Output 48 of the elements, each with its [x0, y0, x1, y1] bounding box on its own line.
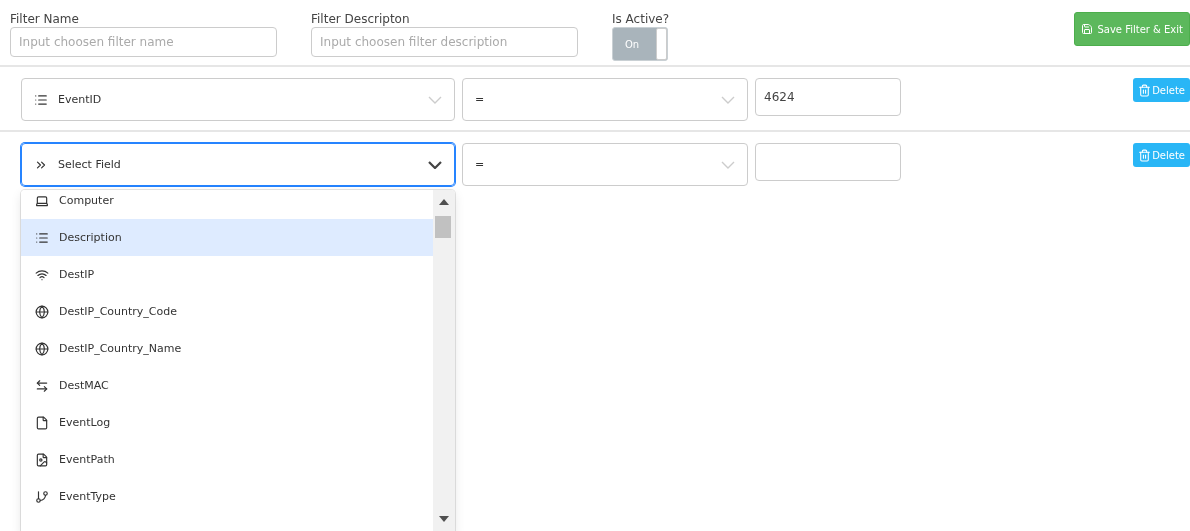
option-label: DestIP_Country_Name — [59, 342, 182, 355]
laptop-icon — [35, 193, 49, 208]
image-file-icon — [35, 452, 49, 467]
chevron-down-icon — [428, 160, 442, 169]
option-label: DestMAC — [59, 379, 109, 392]
option-label: EventType — [59, 490, 116, 503]
globe-icon — [35, 341, 49, 356]
operator-select[interactable]: = — [462, 78, 748, 121]
select-text: = — [475, 158, 486, 171]
field-select[interactable]: Select Field — [21, 143, 455, 186]
scrollbar[interactable] — [433, 190, 455, 531]
value-input[interactable]: 4624 — [755, 78, 901, 116]
toggle-text: On — [624, 38, 641, 50]
globe-icon — [35, 304, 49, 319]
select-text: EventID — [58, 93, 103, 106]
filter-name-input[interactable]: Input choosen filter name — [10, 27, 277, 57]
swap-arrows-icon — [35, 378, 49, 393]
scroll-down-icon — [439, 516, 449, 522]
value-input[interactable] — [755, 143, 901, 181]
scroll-up-icon — [439, 199, 449, 205]
select-text: = — [475, 93, 486, 106]
dropdown-option[interactable]: Computer — [21, 190, 433, 219]
option-label: EventPath — [59, 453, 115, 466]
option-label: Description — [59, 231, 122, 244]
option-label: Computer — [59, 194, 114, 207]
chevron-down-icon — [428, 95, 442, 104]
save-icon — [1081, 23, 1094, 35]
field-label: Filter Descripton — [311, 12, 411, 26]
dropdown-option[interactable]: Description — [21, 219, 433, 256]
field-label: Is Active? — [612, 12, 671, 26]
chevron-down-icon — [721, 95, 735, 104]
operator-select[interactable]: = — [462, 143, 748, 186]
file-icon — [35, 415, 49, 430]
scroll-thumb[interactable] — [435, 216, 451, 238]
list-icon — [35, 230, 49, 245]
trash-icon — [1138, 148, 1152, 162]
option-label: DestIP — [59, 268, 95, 281]
branch-icon — [35, 489, 49, 504]
field-label: Filter Name — [10, 12, 80, 26]
filter-description-input[interactable]: Input choosen filter description — [311, 27, 578, 57]
chevron-down-icon — [721, 160, 735, 169]
field-select[interactable]: EventID — [21, 78, 455, 121]
option-label: EventLog — [59, 416, 111, 429]
select-text: Select Field — [58, 158, 122, 171]
wifi-icon — [35, 267, 49, 282]
trash-icon — [1138, 83, 1152, 97]
option-label: DestIP_Country_Code — [59, 305, 178, 318]
list-icon — [34, 92, 48, 107]
